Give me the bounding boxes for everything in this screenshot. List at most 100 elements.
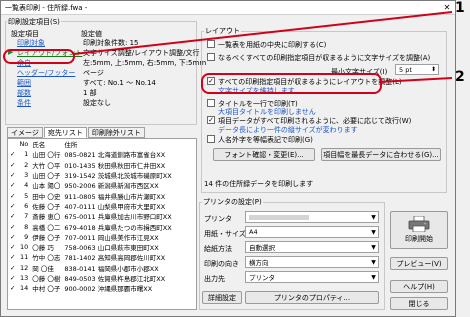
close-button[interactable]: 閉じる bbox=[390, 297, 448, 310]
gaiji-checkbox[interactable] bbox=[207, 135, 215, 143]
table-row[interactable]: ✓ 13 〇藤 〇樹 849-0503 佐賀県杵島郡江北町XX bbox=[8, 273, 174, 283]
printer-icon bbox=[408, 215, 430, 233]
row-check-icon[interactable]: ✓ bbox=[8, 273, 17, 283]
row-check-icon[interactable]: ✓ bbox=[8, 221, 17, 231]
row-addr: 950-2006 新潟県新潟市西区XX bbox=[64, 182, 159, 191]
table-row[interactable]: ✓ 3 山田 〇子 319-1542 茨城県北茨城市磯原町XX bbox=[8, 170, 174, 180]
row-name: 佐藤 〇子 bbox=[32, 202, 61, 211]
col-address: 住所 bbox=[64, 141, 78, 150]
highlight-oval-fit-layout bbox=[201, 73, 382, 94]
chevron-down-icon[interactable]: ▼ bbox=[369, 214, 378, 221]
row-no: 2 bbox=[24, 160, 29, 169]
preview-button[interactable]: プレビュー(V) bbox=[390, 257, 448, 270]
row-check-icon[interactable]: ✓ bbox=[8, 201, 17, 211]
row-no: 10 bbox=[20, 243, 29, 252]
row-check-icon[interactable]: ✓ bbox=[8, 190, 17, 200]
settings-row[interactable]: 条件 設定なし bbox=[7, 98, 195, 108]
tab-address-list[interactable]: 宛先リスト bbox=[43, 127, 87, 138]
row-addr: 010-1435 秋田県秋田市仁井田XX bbox=[64, 161, 166, 170]
callout-number-1: 1 bbox=[455, 0, 465, 16]
table-row[interactable]: ✓ 2 大竹 〇平 010-1435 秋田県秋田市仁井田XX bbox=[8, 160, 174, 170]
table-row[interactable]: ✓ 4 山本 陽〇 950-2006 新潟県新潟市西区XX bbox=[8, 180, 174, 190]
paper-value: A4 bbox=[249, 228, 258, 236]
output-label: 出力先 bbox=[204, 275, 225, 283]
wrap-note: データ長により一件の縦サイズが変わります bbox=[218, 126, 358, 134]
row-check-icon[interactable]: ✓ bbox=[8, 232, 17, 242]
row-check-icon[interactable]: ✓ bbox=[8, 242, 17, 252]
settings-item-label[interactable]: 部数 bbox=[17, 88, 31, 98]
row-check-icon[interactable]: ✓ bbox=[8, 180, 17, 190]
row-addr: 781-1402 高知県高岡郡佐川町XX bbox=[64, 254, 166, 263]
tab-exclude-list[interactable]: 印刷除外リスト bbox=[87, 127, 145, 138]
row-addr: 911-0805 福井県勝山市片瀬町XX bbox=[64, 192, 166, 201]
address-list-panel[interactable]: No 氏名 住所 ✓ 1 山田 〇行 085-0821 北海道釧路市富雀台XX ✓ 2 大竹… bbox=[7, 138, 197, 310]
table-row[interactable]: ✓ 8 高橋 〇二 679-4018 兵庫県たつの市揖西町XX bbox=[8, 221, 174, 232]
row-no: 9 bbox=[24, 232, 29, 241]
tab-image[interactable]: イメージ bbox=[7, 127, 43, 138]
output-select[interactable]: プリンタ ▼ bbox=[245, 271, 379, 283]
printer-properties-button[interactable]: プリンタのプロパティ... bbox=[245, 291, 379, 304]
table-row[interactable]: ✓ 7 斎藤 恵〇 675-0011 兵庫県加古川市野口町XX bbox=[8, 211, 174, 221]
printer-value bbox=[249, 214, 309, 220]
col-no: No bbox=[19, 140, 29, 149]
title-one-line-checkbox[interactable] bbox=[207, 99, 215, 107]
chevron-down-icon[interactable]: ▼ bbox=[369, 229, 378, 236]
row-name: 〇藤 〇樹 bbox=[32, 275, 61, 283]
chevron-down-icon[interactable]: ▼ bbox=[369, 244, 378, 251]
orient-select[interactable]: 横方向 ▼ bbox=[245, 256, 379, 268]
table-row[interactable]: ✓ 10 〇藤 巧 758-0063 山口県萩市東田町XX bbox=[8, 242, 174, 252]
row-no: 1 bbox=[24, 150, 29, 159]
row-check-icon[interactable]: ✓ bbox=[8, 263, 17, 273]
settings-item-label[interactable]: ヘッダー/フッター bbox=[17, 68, 75, 78]
table-row[interactable]: ✓ 14 中村 〇子 900-0002 沖縄県那覇市曙XX bbox=[8, 283, 174, 293]
callout-line-1 bbox=[73, 11, 453, 55]
feed-select[interactable]: 自動選択 ▼ bbox=[245, 241, 379, 253]
printer-group-title: プリンタの設定(P) bbox=[202, 197, 263, 207]
row-addr: 900-0002 沖縄県那覇市曙XX bbox=[64, 285, 153, 294]
table-row[interactable]: ✓ 6 佐藤 〇子 407-0111 山梨県甲府市大里町XX bbox=[8, 201, 174, 211]
row-check-icon[interactable]: ✓ bbox=[8, 211, 17, 221]
chevron-down-icon[interactable]: ▼ bbox=[369, 259, 378, 266]
row-check-icon[interactable]: ✓ bbox=[8, 149, 17, 159]
settings-item-label[interactable]: 印刷対象 bbox=[17, 38, 45, 48]
row-name: 高橋 〇二 bbox=[32, 223, 61, 232]
row-check-icon[interactable]: ✓ bbox=[8, 252, 17, 262]
row-no: 5 bbox=[24, 191, 29, 200]
table-row[interactable]: ✓ 5 田中 〇史 911-0805 福井県勝山市片瀬町XX bbox=[8, 190, 174, 201]
fit-width-button[interactable]: 項目幅を最長データに合わせる(G)... bbox=[321, 148, 441, 161]
row-check-icon[interactable]: ✓ bbox=[8, 160, 17, 170]
font-change-button[interactable]: フォント確認・変更(E)... bbox=[213, 148, 315, 161]
row-name: 中村 〇子 bbox=[32, 285, 61, 294]
table-row[interactable]: ✓ 12 岡 〇佳 838-0141 福岡県小郡市小郡XX bbox=[8, 263, 174, 273]
highlight-oval-layout bbox=[3, 49, 75, 64]
paper-select[interactable]: A4 ▼ bbox=[245, 226, 379, 238]
settings-item-value: 設定なし bbox=[83, 99, 111, 107]
row-name: 山田 〇子 bbox=[32, 172, 61, 181]
feed-value: 自動選択 bbox=[249, 244, 275, 252]
detail-settings-button[interactable]: 詳細設定 bbox=[202, 291, 242, 304]
row-name: 大竹 〇平 bbox=[32, 161, 61, 170]
print-start-label: 印刷開始 bbox=[405, 235, 433, 243]
settings-item-label[interactable]: 範囲 bbox=[17, 78, 31, 88]
row-addr: 838-0141 福岡県小郡市小郡XX bbox=[64, 264, 159, 273]
print-start-button[interactable]: 印刷開始 bbox=[390, 211, 448, 249]
row-no: 7 bbox=[24, 212, 29, 221]
row-addr: 085-0821 北海道釧路市富雀台XX bbox=[64, 151, 166, 160]
gaiji-label: 人名外字を等幅表記で印刷(G) bbox=[218, 136, 313, 144]
row-check-icon[interactable]: ✓ bbox=[8, 170, 17, 180]
chevron-down-icon[interactable]: ▼ bbox=[369, 274, 378, 281]
table-row[interactable]: ✓ 1 山田 〇行 085-0821 北海道釧路市富雀台XX bbox=[8, 149, 174, 159]
table-row[interactable]: ✓ 9 伊藤 〇子 707-0011 岡山県美作市江見XX bbox=[8, 232, 174, 242]
row-no: 13 bbox=[20, 274, 29, 282]
row-name: 〇藤 巧 bbox=[32, 244, 54, 253]
settings-item-label[interactable]: 条件 bbox=[17, 98, 31, 108]
printer-select[interactable]: ▼ bbox=[245, 211, 379, 223]
row-name: 山本 陽〇 bbox=[32, 182, 61, 191]
row-name: 斎藤 恵〇 bbox=[32, 213, 61, 222]
row-addr: 407-0111 山梨県甲府市大里町XX bbox=[64, 202, 166, 211]
row-check-icon[interactable]: ✓ bbox=[8, 283, 17, 293]
help-button[interactable]: ヘルプ(H) bbox=[390, 280, 448, 293]
table-row[interactable]: ✓ 11 竹中 〇志 781-1402 高知県高岡郡佐川町XX bbox=[8, 252, 174, 262]
orient-label: 印刷の向き bbox=[204, 260, 239, 268]
wrap-checkbox[interactable]: ✓ bbox=[207, 116, 215, 124]
